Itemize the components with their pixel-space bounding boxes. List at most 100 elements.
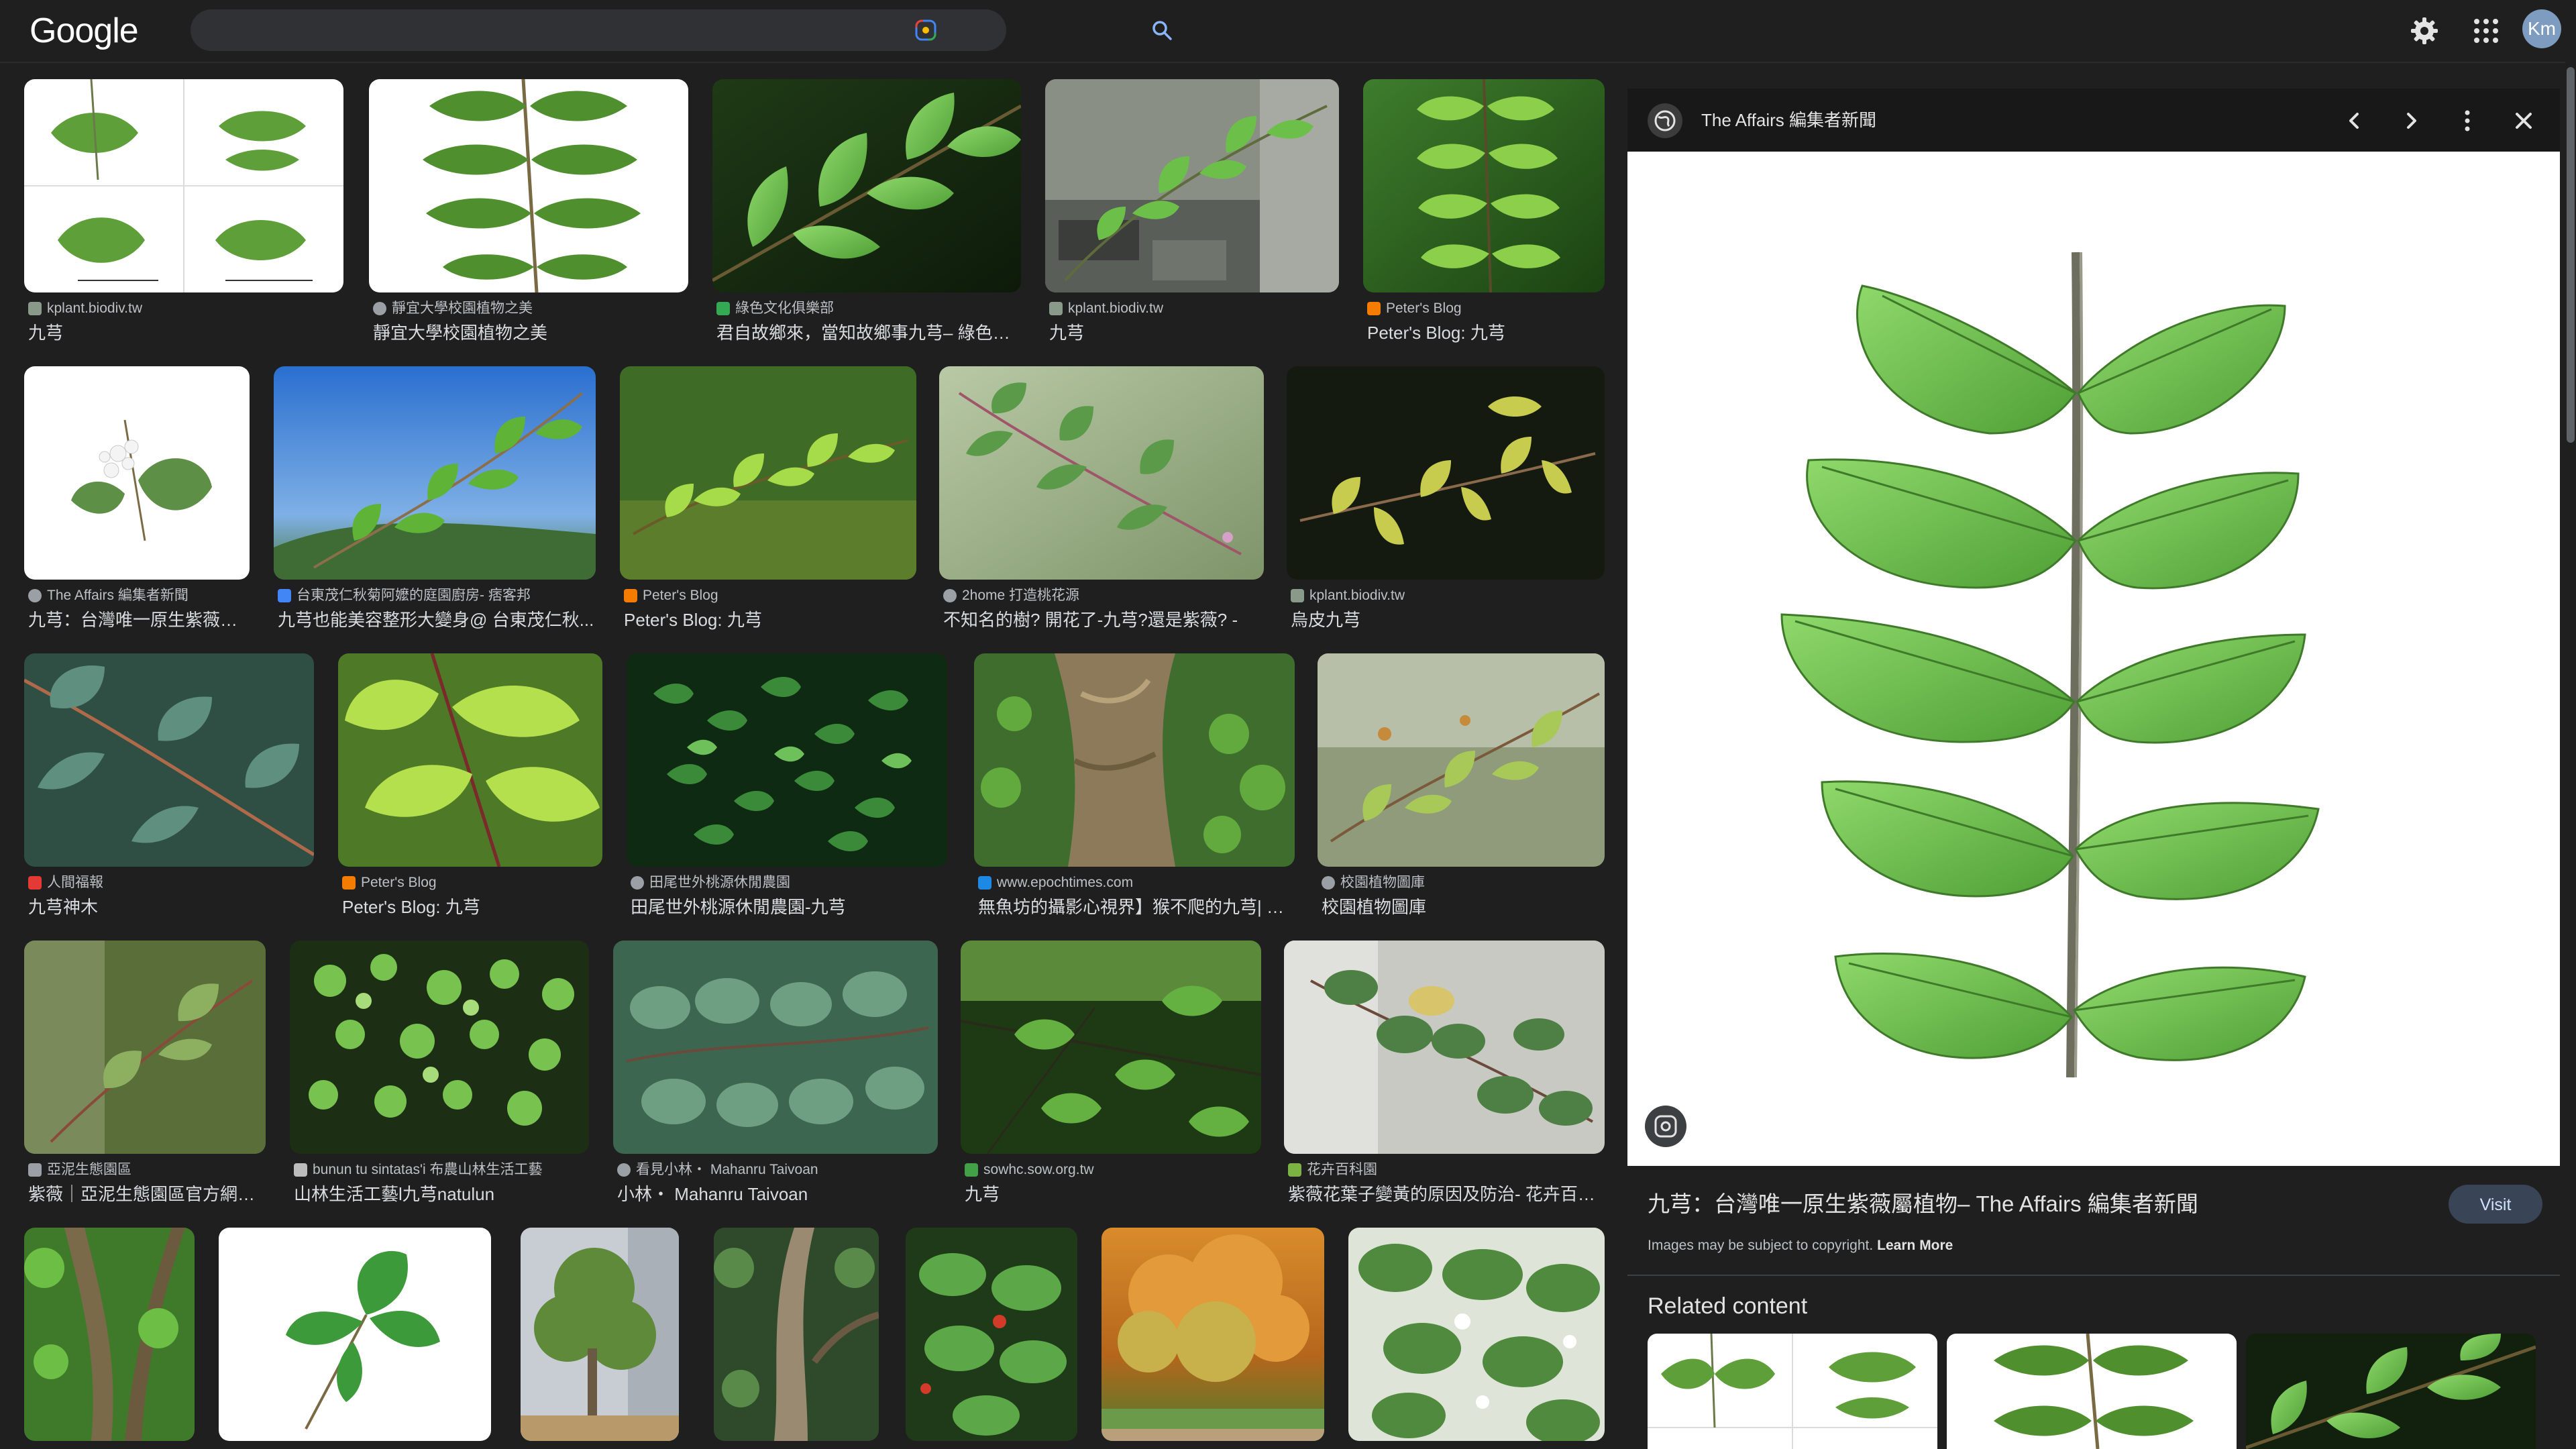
result-title[interactable]: Peter's Blog: 九芎 bbox=[342, 895, 602, 919]
result-source[interactable]: kplant.biodiv.tw bbox=[28, 299, 142, 318]
result-thumbnail[interactable] bbox=[1045, 79, 1339, 292]
result-source[interactable]: 田尾世外桃源休閒農園 bbox=[631, 873, 790, 892]
result-source[interactable]: Peter's Blog bbox=[1367, 299, 1462, 318]
result-thumbnail[interactable] bbox=[24, 653, 314, 867]
result-title[interactable]: 校園植物圖庫 bbox=[1322, 895, 1605, 919]
result-tile[interactable]: kplant.biodiv.tw 烏皮九芎 bbox=[1287, 366, 1605, 639]
result-tile[interactable] bbox=[219, 1228, 491, 1449]
result-tile[interactable]: 看見小林・ Mahanru Taivoan 小林・ Mahanru Taivoa… bbox=[613, 941, 938, 1213]
google-lens-icon[interactable] bbox=[914, 18, 938, 42]
result-tile[interactable]: 人間福報 九芎神木 bbox=[24, 653, 314, 926]
result-title[interactable]: 無魚坊的攝影心視界】猴不爬的九芎| 大... bbox=[978, 895, 1295, 919]
result-tile[interactable] bbox=[521, 1228, 679, 1449]
result-tile[interactable]: 台東茂仁秋菊阿嬤的庭園廚房- 痞客邦 九芎也能美容整形大變身@ 台東茂仁秋... bbox=[274, 366, 596, 639]
result-tile[interactable]: Peter's Blog Peter's Blog: 九芎 bbox=[338, 653, 602, 926]
preview-image[interactable] bbox=[1627, 152, 2560, 1166]
result-thumbnail[interactable] bbox=[906, 1228, 1077, 1441]
google-lens-icon[interactable] bbox=[1645, 1106, 1686, 1147]
result-source[interactable]: 綠色文化俱樂部 bbox=[716, 299, 834, 318]
result-thumbnail[interactable] bbox=[24, 79, 343, 292]
result-source[interactable]: 校園植物圖庫 bbox=[1322, 873, 1425, 892]
result-thumbnail[interactable] bbox=[714, 1228, 879, 1441]
search-box[interactable] bbox=[191, 9, 1172, 51]
result-tile[interactable]: 校園植物圖庫 校園植物圖庫 bbox=[1318, 653, 1605, 926]
chevron-right-icon[interactable] bbox=[2395, 105, 2427, 137]
result-title[interactable]: 烏皮九芎 bbox=[1291, 608, 1605, 632]
result-tile[interactable]: 綠色文化俱樂部 君自故鄉來，當知故鄉事九芎– 綠色文... bbox=[712, 79, 1021, 352]
result-source[interactable]: kplant.biodiv.tw bbox=[1291, 586, 1405, 605]
result-title[interactable]: 不知名的樹? 開花了-九芎?還是紫薇? - bbox=[943, 608, 1264, 632]
apps-grid-icon[interactable] bbox=[2473, 17, 2500, 44]
result-tile[interactable] bbox=[1102, 1228, 1324, 1449]
result-tile[interactable] bbox=[1348, 1228, 1605, 1449]
result-tile[interactable]: 花卉百科園 紫薇花葉子變黃的原因及防治- 花卉百科... bbox=[1284, 941, 1605, 1213]
result-title[interactable]: 靜宜大學校園植物之美 bbox=[373, 321, 688, 345]
chevron-left-icon[interactable] bbox=[2339, 105, 2371, 137]
result-thumbnail[interactable] bbox=[290, 941, 589, 1154]
result-title[interactable]: 小林・ Mahanru Taivoan bbox=[617, 1182, 938, 1206]
result-thumbnail[interactable] bbox=[24, 941, 266, 1154]
result-tile[interactable] bbox=[24, 1228, 195, 1449]
result-source[interactable]: 花卉百科園 bbox=[1288, 1161, 1377, 1179]
result-thumbnail[interactable] bbox=[521, 1228, 679, 1441]
result-tile[interactable]: 2home 打造桃花源 不知名的樹? 開花了-九芎?還是紫薇? - bbox=[939, 366, 1264, 639]
result-tile[interactable]: 亞泥生態園區 紫薇｜亞泥生態園區官方網站... bbox=[24, 941, 266, 1213]
result-thumbnail[interactable] bbox=[1318, 653, 1605, 867]
google-logo[interactable]: Google bbox=[30, 9, 139, 52]
result-title[interactable]: 紫薇花葉子變黃的原因及防治- 花卉百科... bbox=[1288, 1182, 1605, 1206]
result-source[interactable]: 2home 打造桃花源 bbox=[943, 586, 1079, 605]
result-thumbnail[interactable] bbox=[1284, 941, 1605, 1154]
result-thumbnail[interactable] bbox=[613, 941, 938, 1154]
result-tile[interactable]: www.epochtimes.com 無魚坊的攝影心視界】猴不爬的九芎| 大..… bbox=[974, 653, 1295, 926]
learn-more-link[interactable]: Learn More bbox=[1877, 1238, 1953, 1253]
result-thumbnail[interactable] bbox=[961, 941, 1261, 1154]
result-thumbnail[interactable] bbox=[620, 366, 916, 580]
result-tile[interactable]: bunun tu sintatas'i 布農山林生活工藝 山林生活工藝l九芎na… bbox=[290, 941, 589, 1213]
result-thumbnail[interactable] bbox=[219, 1228, 491, 1441]
scrollbar-thumb[interactable] bbox=[2567, 67, 2575, 443]
preview-source-name[interactable]: The Affairs 編集者新聞 bbox=[1701, 107, 1876, 133]
related-thumbnail[interactable] bbox=[2246, 1334, 2536, 1449]
search-icon[interactable] bbox=[1150, 18, 1174, 42]
result-tile[interactable] bbox=[906, 1228, 1077, 1449]
result-tile[interactable]: kplant.biodiv.tw 九芎 bbox=[24, 79, 343, 352]
result-title[interactable]: Peter's Blog: 九芎 bbox=[1367, 321, 1605, 345]
result-thumbnail[interactable] bbox=[1102, 1228, 1324, 1441]
result-source[interactable]: Peter's Blog bbox=[624, 586, 718, 605]
gear-icon[interactable] bbox=[2410, 16, 2439, 46]
visit-button[interactable]: Visit bbox=[2449, 1185, 2542, 1224]
result-source[interactable]: 亞泥生態園區 bbox=[28, 1161, 131, 1179]
result-thumbnail[interactable] bbox=[274, 366, 596, 580]
result-title[interactable]: 九芎：台灣唯一原生紫薇屬... bbox=[28, 608, 250, 632]
result-title[interactable]: 九芎 bbox=[1049, 321, 1339, 345]
result-thumbnail[interactable] bbox=[1363, 79, 1605, 292]
close-icon[interactable] bbox=[2508, 105, 2540, 137]
result-tile[interactable]: 田尾世外桃源休閒農園 田尾世外桃源休閒農園-九芎 bbox=[627, 653, 947, 926]
related-thumbnail[interactable] bbox=[1947, 1334, 2237, 1449]
result-thumbnail[interactable] bbox=[369, 79, 688, 292]
result-source[interactable]: The Affairs 編集者新聞 bbox=[28, 586, 189, 605]
result-source[interactable]: 人間福報 bbox=[28, 873, 103, 892]
result-title[interactable]: 九芎 bbox=[28, 321, 343, 345]
result-title[interactable]: 君自故鄉來，當知故鄉事九芎– 綠色文... bbox=[716, 321, 1021, 345]
result-thumbnail[interactable] bbox=[939, 366, 1264, 580]
result-source[interactable]: www.epochtimes.com bbox=[978, 873, 1133, 892]
result-tile[interactable]: 靜宜大學校園植物之美 靜宜大學校園植物之美 bbox=[369, 79, 688, 352]
result-source[interactable]: Peter's Blog bbox=[342, 873, 437, 892]
result-title[interactable]: 九芎神木 bbox=[28, 895, 314, 919]
result-title[interactable]: 山林生活工藝l九芎natulun bbox=[294, 1182, 589, 1206]
result-thumbnail[interactable] bbox=[338, 653, 602, 867]
more-vert-icon[interactable] bbox=[2451, 105, 2483, 137]
result-title[interactable]: 紫薇｜亞泥生態園區官方網站... bbox=[28, 1182, 266, 1206]
result-source[interactable]: sowhc.sow.org.tw bbox=[965, 1161, 1094, 1179]
result-thumbnail[interactable] bbox=[1287, 366, 1605, 580]
result-source[interactable]: 靜宜大學校園植物之美 bbox=[373, 299, 533, 318]
result-tile[interactable]: kplant.biodiv.tw 九芎 bbox=[1045, 79, 1339, 352]
result-tile[interactable]: Peter's Blog Peter's Blog: 九芎 bbox=[1363, 79, 1605, 352]
result-thumbnail[interactable] bbox=[974, 653, 1295, 867]
preview-title[interactable]: 九芎：台灣唯一原生紫薇屬植物– The Affairs 編集者新聞 bbox=[1648, 1189, 2198, 1220]
result-tile[interactable]: sowhc.sow.org.tw 九芎 bbox=[961, 941, 1261, 1213]
result-thumbnail[interactable] bbox=[1348, 1228, 1605, 1441]
result-source[interactable]: 看見小林・ Mahanru Taivoan bbox=[617, 1161, 818, 1179]
related-thumbnail[interactable] bbox=[1648, 1334, 1937, 1449]
